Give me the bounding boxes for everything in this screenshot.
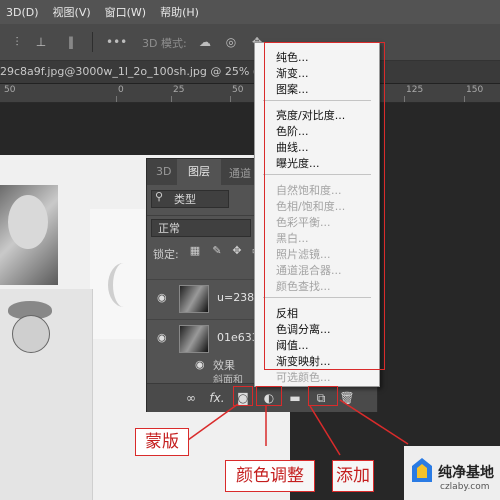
watermark-url: czlaby.com bbox=[440, 482, 490, 492]
label-add: 添加 bbox=[332, 460, 374, 492]
watermark: 纯净基地 czlaby.com bbox=[404, 446, 500, 500]
arrow-extra bbox=[339, 399, 409, 445]
watermark-title: 纯净基地 bbox=[438, 465, 494, 481]
arrow-add bbox=[309, 405, 341, 456]
annotation-arrows bbox=[187, 399, 409, 456]
house-logo-icon bbox=[412, 458, 432, 482]
arrow-mask bbox=[187, 403, 239, 441]
label-mask: 蒙版 bbox=[135, 428, 189, 456]
label-color-adjust: 颜色调整 bbox=[225, 460, 315, 492]
